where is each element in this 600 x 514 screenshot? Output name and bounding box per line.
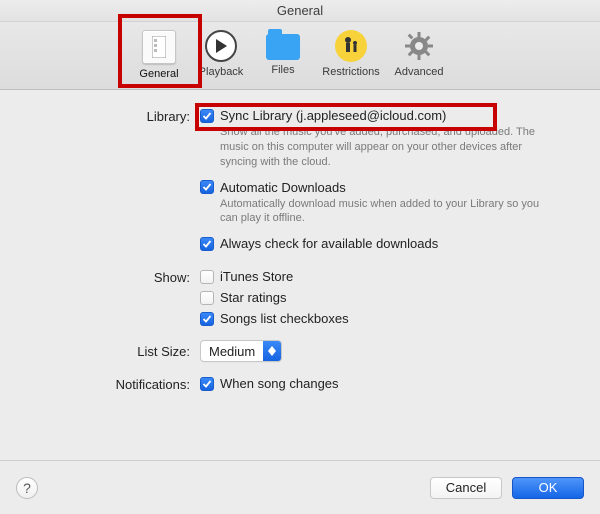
tab-general-label: General xyxy=(139,68,178,80)
itunes-store-text: iTunes Store xyxy=(220,269,293,284)
play-icon xyxy=(205,30,237,62)
auto-downloads-text: Automatic Downloads xyxy=(220,180,346,195)
sync-library-text: Sync Library (j.appleseed@icloud.com) xyxy=(220,108,446,123)
tab-restrictions-label: Restrictions xyxy=(322,66,379,78)
general-icon xyxy=(142,30,176,64)
song-changes-text: When song changes xyxy=(220,376,339,391)
restrictions-icon xyxy=(335,30,367,62)
library-label: Library: xyxy=(22,108,200,124)
tab-files-label: Files xyxy=(271,64,294,76)
always-check-text: Always check for available downloads xyxy=(220,236,438,251)
sync-library-checkbox[interactable] xyxy=(200,109,214,123)
cancel-button[interactable]: Cancel xyxy=(430,477,502,499)
content-area: Library: Sync Library (j.appleseed@iclou… xyxy=(0,90,600,393)
tab-advanced-label: Advanced xyxy=(395,66,444,78)
gear-icon xyxy=(403,30,435,62)
tab-general[interactable]: General xyxy=(128,28,190,80)
auto-downloads-desc: Automatically download music when added … xyxy=(220,197,550,227)
tab-restrictions[interactable]: Restrictions xyxy=(314,28,388,78)
list-size-value: Medium xyxy=(201,344,263,359)
tab-playback[interactable]: Playback xyxy=(190,28,252,78)
help-button[interactable]: ? xyxy=(16,477,38,499)
tab-advanced[interactable]: Advanced xyxy=(388,28,450,78)
auto-downloads-checkbox[interactable] xyxy=(200,180,214,194)
bottom-bar: ? Cancel OK xyxy=(0,460,600,514)
chevron-updown-icon xyxy=(263,341,281,361)
star-ratings-checkbox[interactable] xyxy=(200,291,214,305)
folder-icon xyxy=(266,34,300,60)
notifications-label: Notifications: xyxy=(22,376,200,392)
tab-files[interactable]: Files xyxy=(252,28,314,76)
sync-library-desc: Show all the music you've added, purchas… xyxy=(220,125,550,170)
tab-playback-label: Playback xyxy=(199,66,244,78)
always-check-checkbox[interactable] xyxy=(200,237,214,251)
ok-button[interactable]: OK xyxy=(512,477,584,499)
show-label: Show: xyxy=(22,269,200,285)
preferences-toolbar: General Playback Files Restrictions Adva… xyxy=(0,22,600,90)
list-size-select[interactable]: Medium xyxy=(200,340,282,362)
itunes-store-checkbox[interactable] xyxy=(200,270,214,284)
list-size-label: List Size: xyxy=(22,344,200,359)
songs-checkboxes-text: Songs list checkboxes xyxy=(220,311,349,326)
songs-checkboxes-checkbox[interactable] xyxy=(200,312,214,326)
star-ratings-text: Star ratings xyxy=(220,290,286,305)
song-changes-checkbox[interactable] xyxy=(200,377,214,391)
window-title: General xyxy=(0,0,600,22)
